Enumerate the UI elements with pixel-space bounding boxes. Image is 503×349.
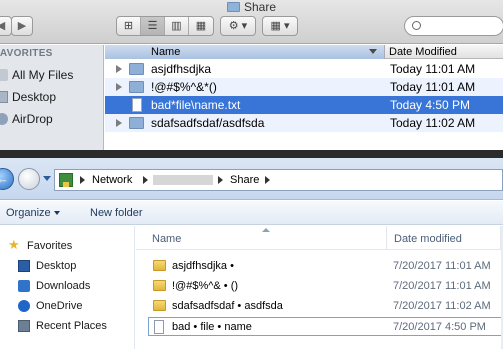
column-header-name[interactable]: Name — [152, 226, 181, 250]
coverflow-view-button[interactable]: ▦ — [189, 17, 213, 35]
windows-explorer-window: ← Network Share Organize New folder ★ Fa… — [0, 158, 503, 349]
sidebar-item-airdrop[interactable]: AirDrop — [0, 109, 103, 129]
breadcrumb-share[interactable]: Share — [230, 170, 259, 190]
column-divider[interactable] — [386, 226, 387, 250]
mac-sidebar: FAVORITES All My Files Desktop AirDrop — [0, 45, 104, 150]
arrange-menu-button[interactable]: ▦ ▾ — [262, 16, 298, 36]
folder-icon — [129, 117, 144, 129]
folder-icon — [153, 260, 166, 271]
recent-pages-dropdown-icon[interactable] — [43, 176, 51, 181]
column-view-button[interactable]: ▥ — [165, 17, 189, 35]
list-item-selected[interactable]: bad*file\name.txt Today 4:50 PM — [105, 96, 503, 114]
search-icon — [412, 21, 421, 30]
sort-descending-icon — [369, 49, 377, 54]
breadcrumb-separator-icon[interactable] — [80, 176, 85, 184]
sidebar-section-favorites: FAVORITES — [0, 48, 53, 59]
sort-ascending-icon — [262, 228, 270, 232]
column-header-name[interactable]: Name — [105, 45, 385, 59]
breadcrumb-separator-icon[interactable] — [265, 176, 270, 184]
file-list: Name Date modified asjdfhsdjka • 7/20/20… — [136, 226, 503, 349]
arrange-icon: ▦ ▾ — [270, 20, 290, 32]
nav-item-downloads[interactable]: Downloads — [18, 276, 90, 296]
nav-item-recent-places[interactable]: Recent Places — [18, 316, 107, 336]
view-mode-segmented: ⊞ ☰ ▥ ▦ — [116, 16, 214, 36]
desktop-icon — [18, 260, 30, 272]
mac-toolbar: Share ◀ ▶ ⊞ ☰ ▥ ▦ ⚙ ▾ ▦ ▾ — [0, 0, 503, 44]
list-item[interactable]: sdafsadfsdaf/asdfsda Today 11:02 AM — [105, 114, 503, 132]
address-bar[interactable]: Network Share — [54, 169, 503, 191]
desktop-icon — [0, 91, 8, 103]
action-menu-button[interactable]: ⚙ ▾ — [220, 16, 256, 36]
gear-icon: ⚙ ▾ — [228, 20, 248, 32]
column-header-date-modified[interactable]: Date Modified — [389, 45, 457, 59]
file-list-header: Name Date modified — [136, 226, 503, 250]
folder-icon — [153, 280, 166, 291]
mac-window-title: Share — [0, 0, 503, 14]
address-toolbar: ← Network Share — [0, 158, 503, 200]
list-item[interactable]: asjdfhsdjka Today 11:01 AM — [105, 60, 503, 78]
command-bar: Organize New folder — [0, 201, 503, 225]
downloads-icon — [18, 280, 30, 292]
recent-places-icon — [18, 320, 30, 332]
document-icon — [154, 320, 164, 334]
new-folder-button[interactable]: New folder — [90, 201, 143, 225]
breadcrumb-separator-icon[interactable] — [143, 176, 148, 184]
back-button[interactable]: ← — [0, 168, 14, 190]
nav-item-onedrive[interactable]: OneDrive — [18, 296, 82, 316]
folder-icon — [153, 300, 166, 311]
icon-view-button[interactable]: ⊞ — [117, 17, 141, 35]
folder-icon — [129, 81, 144, 93]
table-row-focused[interactable]: bad • file • name 7/20/2017 4:50 PM — [148, 317, 503, 336]
table-row[interactable]: sdafsadfsdaf • asdfsda 7/20/2017 11:02 A… — [136, 297, 503, 316]
breadcrumb-network[interactable]: Network — [92, 170, 132, 190]
window-divider — [0, 150, 503, 158]
disclosure-triangle-icon[interactable] — [116, 119, 122, 127]
nav-item-desktop[interactable]: Desktop — [18, 256, 76, 276]
list-view-button[interactable]: ☰ — [141, 17, 165, 35]
breadcrumb-separator-icon[interactable] — [218, 176, 223, 184]
table-row[interactable]: asjdfhsdjka • 7/20/2017 11:01 AM — [136, 257, 503, 276]
document-icon — [132, 98, 142, 112]
folder-icon — [226, 2, 240, 12]
chevron-down-icon — [54, 211, 60, 215]
column-header-date-modified[interactable]: Date modified — [394, 226, 462, 250]
organize-button[interactable]: Organize — [6, 201, 51, 225]
airdrop-icon — [0, 113, 8, 125]
mac-finder-window: Share ◀ ▶ ⊞ ☰ ▥ ▦ ⚙ ▾ ▦ ▾ FAVORITES All … — [0, 0, 503, 150]
disclosure-triangle-icon[interactable] — [116, 65, 122, 73]
nav-item-favorites[interactable]: ★ Favorites — [8, 236, 72, 256]
sidebar-item-all-my-files[interactable]: All My Files — [0, 65, 103, 85]
redacted-server-name — [153, 175, 213, 185]
table-row[interactable]: !@#$%^& • () 7/20/2017 11:01 AM — [136, 277, 503, 296]
mac-list-header: Name Date Modified — [105, 45, 503, 59]
all-files-icon — [0, 69, 8, 81]
search-field[interactable] — [404, 16, 503, 36]
forward-button[interactable]: ▶ — [11, 16, 33, 36]
folder-icon — [129, 63, 144, 75]
star-icon: ★ — [8, 237, 20, 252]
list-item[interactable]: !@#$%^&*() Today 11:01 AM — [105, 78, 503, 96]
mac-nav-buttons: ◀ ▶ — [0, 16, 33, 36]
disclosure-triangle-icon[interactable] — [116, 83, 122, 91]
navigation-pane: ★ Favorites Desktop Downloads OneDrive R… — [0, 226, 135, 349]
onedrive-icon — [18, 300, 30, 312]
mac-file-list: Name Date Modified asjdfhsdjka Today 11:… — [105, 45, 503, 150]
network-icon — [59, 173, 73, 187]
sidebar-item-desktop[interactable]: Desktop — [0, 87, 103, 107]
forward-button[interactable] — [18, 168, 40, 190]
